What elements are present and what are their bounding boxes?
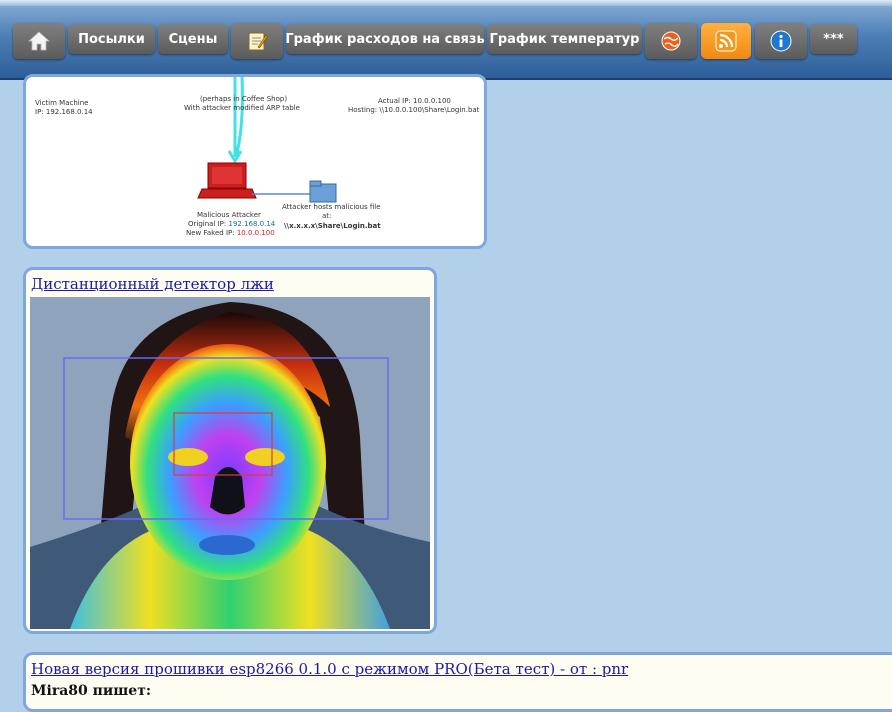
nav-scenes-button[interactable]: Сцены <box>158 24 228 54</box>
actual-ip-label: Actual IP: 10.0.0.100 <box>378 97 451 105</box>
post-author-line: Mira80 пишет: <box>31 683 152 699</box>
top-bar-highlight <box>0 0 892 6</box>
info-icon <box>770 30 792 52</box>
info-button[interactable] <box>755 23 807 59</box>
cafe-label: (perhaps in Coffee Shop) <box>200 95 288 103</box>
notes-button[interactable] <box>231 23 283 59</box>
more-label: *** <box>823 31 844 47</box>
nav-comm-costs-label: График расходов на связь <box>285 31 485 47</box>
faked-ip-prefix: New Faked IP: <box>186 229 237 237</box>
nav-parcels-label: Посылки <box>78 31 145 47</box>
original-ip-line: Original IP: 192.168.0.14 <box>188 220 275 228</box>
home-button[interactable] <box>13 23 65 59</box>
thermal-face-image <box>30 297 430 629</box>
hosts-at-label: at: <box>322 212 332 220</box>
lie-detector-card: Дистанционный детектор лжи <box>23 267 437 634</box>
nav-temperature-button[interactable]: График температур <box>487 24 642 54</box>
attacker-label: Malicious Attacker <box>197 211 261 219</box>
hosting-label: Hosting: \\10.0.0.100\Share\Login.bat <box>348 106 480 114</box>
rss-icon <box>715 30 737 52</box>
victim-label: Victim Machine <box>35 99 89 107</box>
original-ip-prefix: Original IP: <box>188 220 229 228</box>
home-icon <box>28 31 50 51</box>
nav-scenes-label: Сцены <box>168 31 218 47</box>
firmware-news-link[interactable]: Новая версия прошивки esp8266 0.1.0 с ре… <box>31 660 628 678</box>
lie-detector-link[interactable]: Дистанционный детектор лжи <box>31 275 274 293</box>
nav-comm-costs-button[interactable]: График расходов на связь <box>285 24 485 54</box>
victim-ip: IP: 192.168.0.14 <box>35 108 93 116</box>
nav-temperature-label: График температур <box>489 31 640 47</box>
more-button[interactable]: *** <box>810 24 857 54</box>
hosts-path-label: \\x.x.x.x\Share\Login.bat <box>284 222 381 230</box>
top-navigation-bar: Посылки Сцены График расходов на связь Г… <box>0 0 892 80</box>
globe-icon <box>661 31 681 51</box>
rss-button[interactable] <box>701 23 751 59</box>
faked-ip-line: New Faked IP: 10.0.0.100 <box>186 229 275 237</box>
nav-parcels-button[interactable]: Посылки <box>68 24 155 54</box>
notepad-icon <box>248 32 268 51</box>
faked-ip-value: 10.0.0.100 <box>236 229 275 237</box>
original-ip-value: 192.168.0.14 <box>228 220 276 228</box>
arp-table-label: With attacker modified ARP table <box>184 104 300 112</box>
hosts-file-label: Attacker hosts malicious file <box>282 203 381 211</box>
network-diagram-card: Victim Machine IP: 192.168.0.14 (perhaps… <box>23 74 487 249</box>
globe-button[interactable] <box>645 23 697 59</box>
firmware-news-card: Новая версия прошивки esp8266 0.1.0 с ре… <box>23 652 892 712</box>
